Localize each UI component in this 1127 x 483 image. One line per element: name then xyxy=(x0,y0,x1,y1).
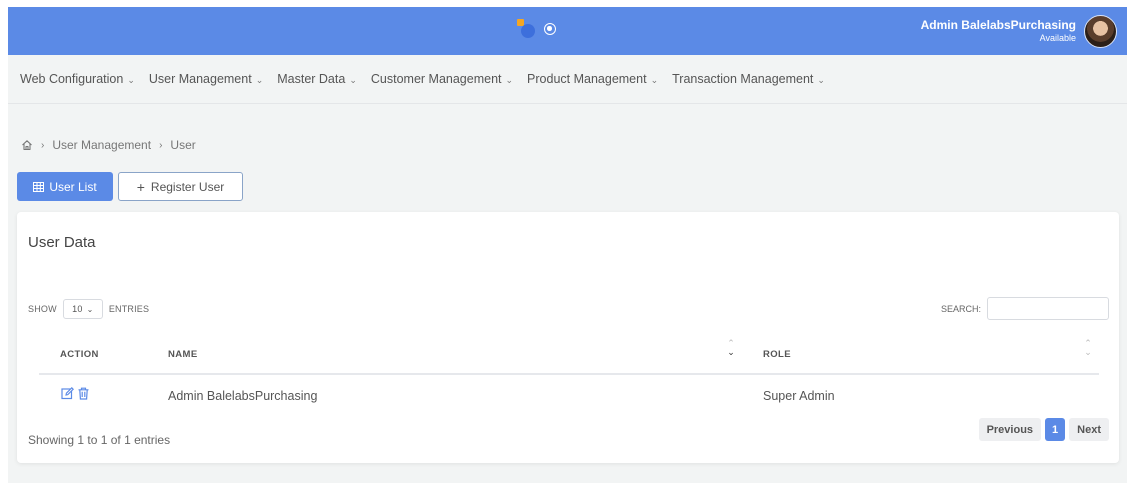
breadcrumb-user: User xyxy=(170,138,196,152)
top-bar: Admin BalelabsPurchasing Available xyxy=(8,7,1127,55)
breadcrumb-user-management[interactable]: User Management xyxy=(52,138,151,152)
chevron-down-icon: ⌄ xyxy=(127,75,135,85)
next-button[interactable]: Next xyxy=(1069,418,1109,441)
target-icon xyxy=(544,23,556,35)
user-list-button[interactable]: User List xyxy=(17,172,113,201)
menu-transaction-management[interactable]: Transaction Management ⌄ xyxy=(672,72,825,86)
menu-master-data[interactable]: Master Data ⌄ xyxy=(277,72,357,86)
search-label: SEARCH: xyxy=(940,303,981,314)
user-data-card: User Data SHOW 10 ⌄ ENTRIES SEARCH: ACTI… xyxy=(17,212,1119,463)
entries-label: ENTRIES xyxy=(108,304,150,314)
user-info: Admin BalelabsPurchasing Available xyxy=(920,17,1076,43)
pagination: Previous 1 Next xyxy=(978,418,1109,441)
menu-label: Product Management xyxy=(527,72,647,86)
table-search: SEARCH: xyxy=(941,297,1109,320)
breadcrumb: › User Management › User xyxy=(21,138,196,152)
register-user-label: Register User xyxy=(150,179,225,194)
trash-icon[interactable] xyxy=(77,387,90,400)
entries-length-control: SHOW 10 ⌄ ENTRIES xyxy=(28,299,149,319)
row-role: Super Admin xyxy=(763,389,835,403)
menu-label: Transaction Management xyxy=(672,72,814,86)
app-logo[interactable] xyxy=(517,19,557,43)
entries-length-select[interactable]: 10 ⌄ xyxy=(62,299,103,319)
home-icon[interactable] xyxy=(21,139,33,151)
chevron-down-icon: ⌄ xyxy=(650,75,659,85)
breadcrumb-separator: › xyxy=(41,139,45,151)
user-name: Admin BalelabsPurchasing xyxy=(920,17,1076,32)
show-label: SHOW xyxy=(28,304,57,314)
sort-role-icon[interactable]: ⌃ ⌄ xyxy=(1084,339,1092,361)
chevron-down-icon: ⌄ xyxy=(817,75,825,85)
column-role[interactable]: ROLE xyxy=(763,349,791,360)
menu-label: Master Data xyxy=(277,72,346,86)
user-status: Available xyxy=(1039,32,1076,43)
avatar[interactable] xyxy=(1084,14,1117,48)
menu-product-management[interactable]: Product Management ⌄ xyxy=(527,72,658,86)
page-1-button[interactable]: 1 xyxy=(1045,418,1066,441)
plus-icon: + xyxy=(136,178,145,195)
menu-web-configuration[interactable]: Web Configuration ⌄ xyxy=(20,72,135,86)
chevron-down-icon: ⌄ xyxy=(86,304,94,314)
register-user-button[interactable]: + Register User xyxy=(118,172,243,201)
chevron-down-icon: ⌄ xyxy=(255,75,264,85)
table-icon xyxy=(33,181,45,192)
menu-customer-management[interactable]: Customer Management ⌄ xyxy=(371,72,513,86)
column-name[interactable]: NAME xyxy=(168,349,198,360)
row-name: Admin BalelabsPurchasing xyxy=(168,389,318,403)
breadcrumb-separator: › xyxy=(159,139,163,151)
app-frame: Admin BalelabsPurchasing Available Web C… xyxy=(8,7,1127,483)
chevron-down-icon: ⌄ xyxy=(505,75,514,85)
chevron-down-icon: ⌄ xyxy=(349,75,357,85)
menu-label: Customer Management xyxy=(370,72,502,86)
logo-blue-mark xyxy=(521,24,535,38)
card-title: User Data xyxy=(28,234,96,251)
previous-button[interactable]: Previous xyxy=(978,418,1042,441)
search-input[interactable] xyxy=(987,297,1109,320)
row-actions xyxy=(61,387,90,400)
main-menu: Web Configuration ⌄ User Management ⌄ Mast… xyxy=(8,55,1127,104)
menu-user-management[interactable]: User Management ⌄ xyxy=(149,72,263,86)
column-action[interactable]: ACTION xyxy=(60,349,99,360)
sort-name-icon[interactable]: ⌃ ⌄ xyxy=(727,339,735,361)
edit-icon[interactable] xyxy=(61,387,74,400)
user-profile[interactable]: Admin BalelabsPurchasing Available xyxy=(921,13,1117,49)
entries-length-value: 10 xyxy=(72,304,83,314)
header-divider xyxy=(39,373,1099,375)
user-list-label: User List xyxy=(49,179,97,194)
table-info: Showing 1 to 1 of 1 entries xyxy=(28,433,171,447)
menu-label: Web Configuration xyxy=(20,72,124,86)
menu-label: User Management xyxy=(148,72,252,86)
